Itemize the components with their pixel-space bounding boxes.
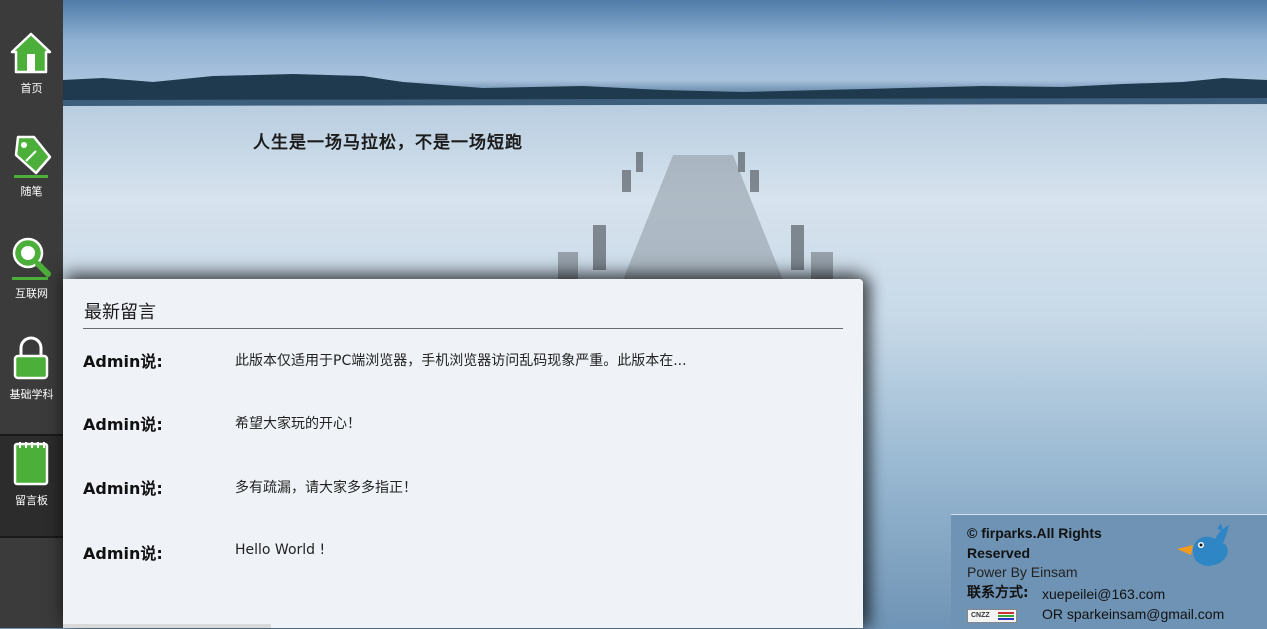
- horizontal-scrollbar[interactable]: [63, 624, 271, 628]
- nav-label-guestbook: 留言板: [15, 494, 48, 507]
- sidebar-nav: 首页 随笔 互联网 基础学科 留言板: [0, 0, 63, 628]
- cnzz-badge-text: CNZZ: [971, 612, 990, 619]
- message-text[interactable]: Hello World !: [235, 542, 325, 558]
- message-item[interactable]: Admin说: Hello World !: [83, 540, 843, 564]
- bird-icon: [1177, 523, 1229, 566]
- nav-label-basics: 基础学科: [9, 388, 54, 401]
- nav-item-notes[interactable]: 随笔: [0, 133, 63, 233]
- home-icon: [10, 32, 52, 74]
- message-author: Admin说:: [83, 544, 163, 563]
- divider: [83, 328, 843, 329]
- message-author: Admin说:: [83, 479, 163, 498]
- panel-title: 最新留言: [84, 302, 156, 323]
- footer-copyright: © firparks.All Rights Reserved: [967, 525, 1102, 561]
- message-text[interactable]: 此版本仅适用于PC端浏览器，手机浏览器访问乱码现象严重。此版本在...: [235, 350, 687, 370]
- nav-item-internet[interactable]: 互联网: [0, 235, 63, 335]
- message-author: Admin说:: [83, 352, 163, 371]
- message-text[interactable]: 多有疏漏，请大家多多指正！: [235, 477, 417, 497]
- message-item[interactable]: Admin说: 希望大家玩的开心！: [83, 411, 843, 435]
- nav-label-internet: 互联网: [15, 287, 48, 300]
- nav-label-home: 首页: [20, 82, 43, 95]
- message-item[interactable]: Admin说: 多有疏漏，请大家多多指正！: [83, 475, 843, 499]
- footer-email-secondary[interactable]: OR sparkeinsam@gmail.com: [1042, 606, 1224, 622]
- message-text[interactable]: 希望大家玩的开心！: [235, 413, 361, 433]
- site-footer: © firparks.All Rights Reserved Power By …: [951, 514, 1267, 629]
- tag-icon: [14, 135, 52, 178]
- message-item[interactable]: Admin说: 此版本仅适用于PC端浏览器，手机浏览器访问乱码现象严重。此版本在…: [83, 348, 843, 372]
- cnzz-badge[interactable]: CNZZ: [967, 609, 1017, 623]
- distant-hills: [63, 74, 1267, 106]
- latest-messages-panel: 最新留言 Admin说: 此版本仅适用于PC端浏览器，手机浏览器访问乱码现象严重…: [63, 279, 863, 628]
- footer-contact-label: 联系方式:: [967, 585, 1029, 601]
- footer-power-by: Power By Einsam: [967, 564, 1078, 580]
- footer-email-primary[interactable]: xuepeilei@163.com: [1042, 586, 1165, 602]
- lock-icon: [13, 336, 49, 380]
- nav-label-notes: 随笔: [20, 185, 43, 198]
- message-author: Admin说:: [83, 415, 163, 434]
- nav-item-basics[interactable]: 基础学科: [0, 336, 63, 436]
- nav-item-home[interactable]: 首页: [0, 30, 63, 130]
- magnifier-icon: [12, 237, 51, 280]
- notebook-icon: [13, 442, 49, 486]
- nav-item-guestbook[interactable]: 留言板: [0, 434, 63, 538]
- site-slogan: 人生是一场马拉松，不是一场短跑: [253, 133, 523, 153]
